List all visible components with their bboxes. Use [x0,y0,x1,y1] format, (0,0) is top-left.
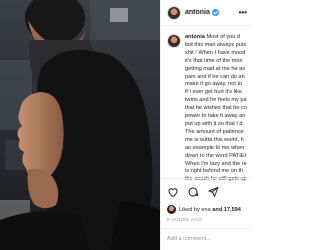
caption-line: make it go away, not to [185,81,243,88]
caption-line: it's that time of the mon [185,57,243,64]
likes-count[interactable]: and 17,594 [212,207,241,213]
caption-line: that he wishes that he co [185,105,247,112]
liker-avatar [167,205,176,214]
share-icon[interactable] [207,186,219,198]
caption-line: down to the word PATIEI [185,152,247,159]
caption-line: Most of you d [206,34,241,40]
caption-line: When I'm lazy and the re [185,160,247,167]
caption-line: pain and if he can do an [185,73,245,80]
verified-badge-icon [211,9,219,16]
caption-line: me is outta this world, h [185,136,244,143]
caption-line: an example to me when [185,144,245,151]
caption-author-avatar[interactable] [167,34,181,48]
post-side-panel: antonia ••• antonia Most of you d but th… [160,0,251,250]
photo-illustration [0,0,160,250]
heart-icon[interactable] [167,186,179,198]
caption-line: is right behind me on th [185,168,244,175]
post-actions [161,178,251,204]
caption-line: The amount of patience [185,128,244,135]
likes-summary[interactable]: Liked by ena and 17,594 [167,205,241,214]
more-options-icon[interactable]: ••• [239,8,247,17]
author-username[interactable]: antonia [185,9,210,16]
caption-line: twins and he feels my pa [185,97,247,104]
post-header: antonia ••• [161,0,251,26]
caption-username[interactable]: antonia [185,34,205,40]
caption-line: shit ! When I have mood [185,49,246,56]
author-avatar[interactable] [167,5,181,20]
likes-text: Liked by ena [179,206,211,213]
caption-text: antonia Most of you d but this man alway… [185,34,251,190]
caption-line: but this man always puts [185,41,247,48]
post-timestamp[interactable]: 9 HOURS AGO [167,217,202,222]
comment-icon[interactable] [187,186,199,198]
post-photo[interactable] [0,0,160,250]
caption-line: put up with it so that I d [185,120,243,127]
caption-line: power to take it away an [185,113,246,120]
comment-input[interactable]: Add a comment... [161,228,251,250]
post-caption: antonia Most of you d but this man alway… [161,30,251,190]
instagram-post: antonia ••• antonia Most of you d but th… [0,0,251,250]
caption-line: getting mad at me he as [185,65,246,72]
caption-line: if I ever get hurt it's like [185,89,243,96]
